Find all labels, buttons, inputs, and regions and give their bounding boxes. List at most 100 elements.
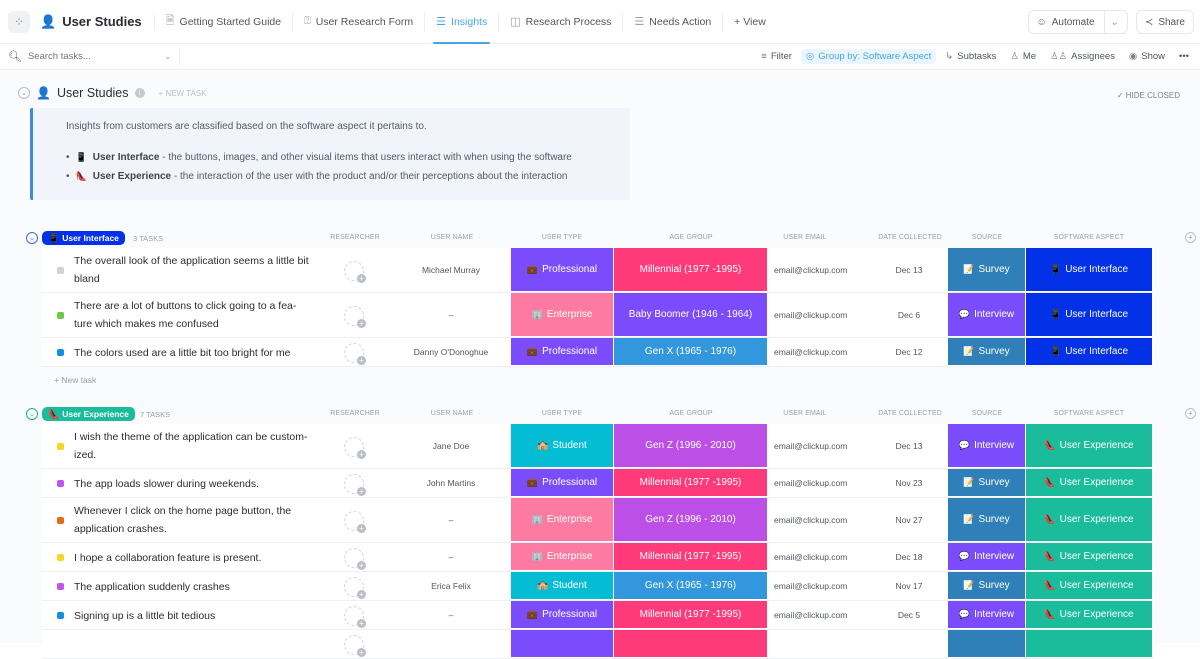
column-header-software-aspect[interactable]: SOFTWARE ASPECT <box>1026 234 1152 241</box>
add-researcher-icon[interactable] <box>344 606 364 626</box>
source-cell[interactable]: 📝Survey <box>948 572 1026 600</box>
add-view-button[interactable]: + View <box>723 12 777 32</box>
user-name[interactable]: – <box>392 610 510 620</box>
source-cell[interactable]: 📝Survey <box>948 469 1026 497</box>
status-indicator[interactable] <box>57 480 64 487</box>
user-type-cell[interactable]: 🏢Enterprise <box>511 543 614 571</box>
tab-research-process[interactable]: ◫Research Process <box>499 12 623 32</box>
new-task-button[interactable]: + NEW TASK <box>159 89 207 98</box>
user-email[interactable]: email@clickup.com <box>774 581 874 591</box>
user-email[interactable]: email@clickup.com <box>774 310 874 320</box>
age-group-cell[interactable]: Gen X (1965 - 1976) <box>614 572 768 600</box>
add-researcher-icon[interactable] <box>344 548 364 568</box>
hide-closed-toggle[interactable]: ✓ HIDE CLOSED <box>1117 91 1180 100</box>
date-collected[interactable]: Nov 17 <box>872 581 946 591</box>
age-group-cell[interactable]: Gen Z (1996 - 2010) <box>614 498 768 542</box>
software-aspect-cell[interactable]: 👠User Experience <box>1026 543 1153 571</box>
date-collected[interactable]: Dec 6 <box>872 310 946 320</box>
source-cell[interactable]: 📝Survey <box>948 498 1026 542</box>
status-indicator[interactable] <box>57 517 64 524</box>
table-row[interactable]: The colors used are a little bit too bri… <box>42 338 1154 367</box>
subtasks-button[interactable]: ↳Subtasks <box>940 49 1001 64</box>
user-name[interactable]: Jane Doe <box>392 441 510 451</box>
add-researcher-icon[interactable] <box>344 261 364 281</box>
age-group-cell[interactable]: Gen Z (1996 - 2010) <box>614 424 768 468</box>
new-task-button[interactable]: + New task <box>54 375 96 385</box>
age-group-cell[interactable]: Baby Boomer (1946 - 1964) <box>614 293 768 337</box>
table-row[interactable]: Whenever I click on the home page button… <box>42 498 1154 543</box>
task-name[interactable]: The app loads slower during weekends. <box>74 475 314 493</box>
source-cell[interactable]: 💬Interview <box>948 543 1026 571</box>
add-column-icon[interactable]: + <box>1185 408 1196 419</box>
chevron-down-icon[interactable]: ⌄ <box>164 51 172 62</box>
add-researcher-icon[interactable] <box>344 635 364 655</box>
table-row[interactable] <box>42 630 1154 659</box>
show-button[interactable]: ◉Show <box>1124 49 1170 64</box>
add-researcher-icon[interactable] <box>344 577 364 597</box>
user-type-cell[interactable]: 🏫Student <box>511 424 614 468</box>
date-collected[interactable]: Nov 23 <box>872 478 946 488</box>
status-indicator[interactable] <box>57 443 64 450</box>
table-row[interactable]: I hope a collaboration feature is presen… <box>42 543 1154 572</box>
add-researcher-icon[interactable] <box>344 511 364 531</box>
date-collected[interactable]: Dec 13 <box>872 265 946 275</box>
user-name[interactable]: Michael Murray <box>392 265 510 275</box>
status-indicator[interactable] <box>57 612 64 619</box>
source-cell[interactable]: 📝Survey <box>948 338 1026 366</box>
tab-insights[interactable]: ☰Insights <box>425 12 499 32</box>
task-name[interactable]: The application suddenly crashes <box>74 578 314 596</box>
add-researcher-icon[interactable] <box>344 437 364 457</box>
user-name[interactable]: Erica Felix <box>392 581 510 591</box>
status-indicator[interactable] <box>57 583 64 590</box>
column-header-researcher[interactable]: RESEARCHER <box>310 410 400 417</box>
info-icon[interactable]: i <box>135 88 145 98</box>
source-cell[interactable]: 📝Survey <box>948 248 1026 292</box>
group-badge[interactable]: 👠User Experience <box>42 407 135 421</box>
age-group-cell[interactable]: Millennial (1977 -1995) <box>614 543 768 571</box>
age-group-cell[interactable]: Millennial (1977 -1995) <box>614 248 768 292</box>
user-name[interactable]: – <box>392 515 510 525</box>
tab-user-research-form[interactable]: ⍰User Research Form <box>293 12 425 32</box>
table-row[interactable]: The overall look of the application seem… <box>42 248 1154 293</box>
column-header-user-type[interactable]: USER TYPE <box>511 410 613 417</box>
age-group-cell[interactable] <box>614 630 768 658</box>
software-aspect-cell[interactable]: 📱User Interface <box>1026 293 1153 337</box>
software-aspect-cell[interactable] <box>1026 630 1153 658</box>
task-name[interactable]: There are a lot of buttons to click goin… <box>74 297 314 333</box>
task-name[interactable]: The colors used are a little bit too bri… <box>74 344 314 362</box>
column-header-user-type[interactable]: USER TYPE <box>511 234 613 241</box>
column-header-source[interactable]: SOURCE <box>948 410 1026 417</box>
software-aspect-cell[interactable]: 👠User Experience <box>1026 572 1153 600</box>
column-header-user-email[interactable]: USER EMAIL <box>770 234 840 241</box>
user-name[interactable]: – <box>392 552 510 562</box>
user-email[interactable]: email@clickup.com <box>774 610 874 620</box>
date-collected[interactable]: Dec 5 <box>872 610 946 620</box>
user-email[interactable]: email@clickup.com <box>774 552 874 562</box>
column-header-user-email[interactable]: USER EMAIL <box>770 410 840 417</box>
column-header-user-name[interactable]: USER NAME <box>410 234 494 241</box>
source-cell[interactable] <box>948 630 1026 658</box>
task-name[interactable]: I hope a collaboration feature is presen… <box>74 549 314 567</box>
table-row[interactable]: The application suddenly crashes Erica Fe… <box>42 572 1154 601</box>
software-aspect-cell[interactable]: 👠User Experience <box>1026 469 1153 497</box>
user-email[interactable]: email@clickup.com <box>774 441 874 451</box>
user-email[interactable]: email@clickup.com <box>774 478 874 488</box>
user-type-cell[interactable] <box>511 630 614 658</box>
date-collected[interactable]: Dec 18 <box>872 552 946 562</box>
user-email[interactable]: email@clickup.com <box>774 515 874 525</box>
share-button[interactable]: ≺ Share <box>1136 10 1194 34</box>
group-badge[interactable]: 📱User Interface <box>42 231 125 245</box>
software-aspect-cell[interactable]: 📱User Interface <box>1026 338 1153 366</box>
software-aspect-cell[interactable]: 👠User Experience <box>1026 498 1153 542</box>
user-email[interactable]: email@clickup.com <box>774 265 874 275</box>
column-header-date-collected[interactable]: DATE COLLECTED <box>870 410 950 417</box>
status-indicator[interactable] <box>57 312 64 319</box>
add-researcher-icon[interactable] <box>344 474 364 494</box>
tab-needs-action[interactable]: ☰Needs Action <box>623 12 723 32</box>
software-aspect-cell[interactable]: 👠User Experience <box>1026 424 1153 468</box>
space-title[interactable]: 👤 User Studies <box>40 14 155 30</box>
user-name[interactable]: – <box>392 310 510 320</box>
date-collected[interactable]: Dec 13 <box>872 441 946 451</box>
user-name[interactable]: John Martins <box>392 478 510 488</box>
table-row[interactable]: The app loads slower during weekends. Joh… <box>42 469 1154 498</box>
